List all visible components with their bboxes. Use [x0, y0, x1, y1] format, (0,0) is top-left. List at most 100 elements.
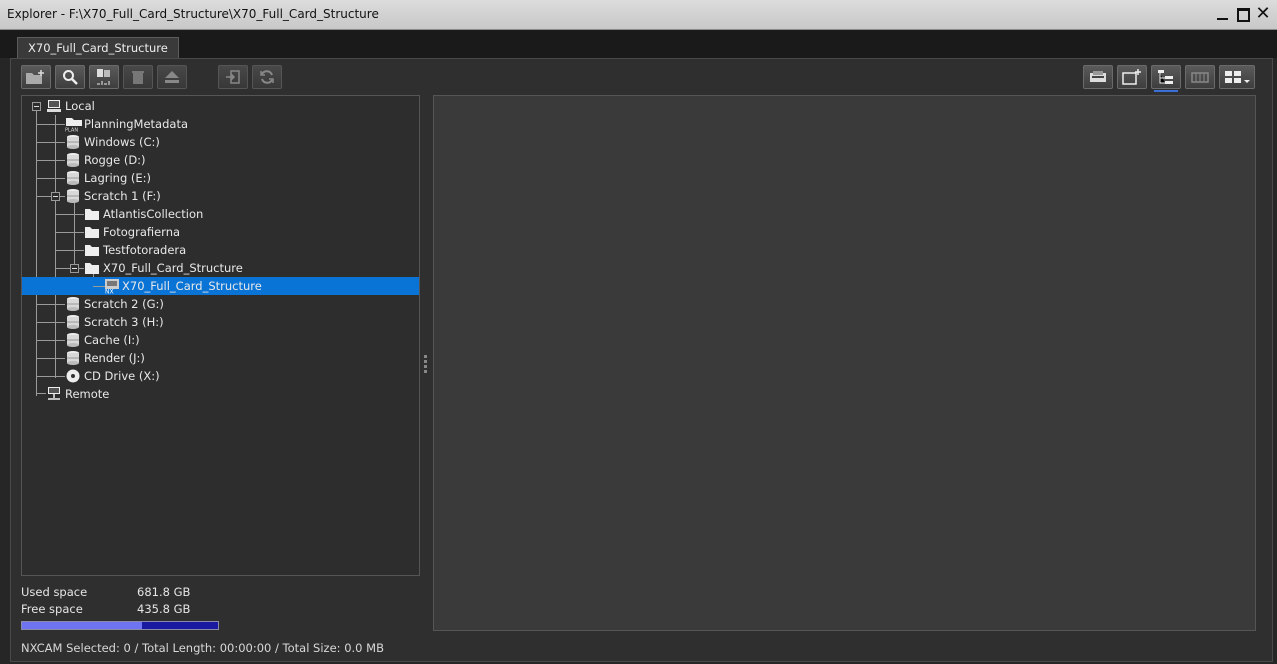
tree-item-label: X70_Full_Card_Structure	[103, 261, 243, 275]
minimize-icon[interactable]	[1215, 6, 1231, 22]
plan-folder-icon: PLAN	[65, 116, 82, 134]
tree-item[interactable]: Testfotoradera	[22, 241, 419, 259]
network-icon	[46, 386, 62, 402]
tree-item-label: Scratch 1 (F:)	[84, 189, 161, 203]
tree-item[interactable]: Scratch 2 (G:)	[22, 295, 419, 313]
new-window-icon	[1122, 69, 1141, 85]
list-view-icon	[1191, 72, 1209, 83]
close-icon[interactable]: ✕	[1255, 5, 1271, 23]
drive-icon	[65, 134, 81, 150]
tree-item-label: Lagring (E:)	[84, 171, 152, 185]
new-window-button[interactable]	[1117, 65, 1147, 89]
used-space-label: Used space	[21, 585, 88, 599]
tree-item-label: Render (J:)	[84, 351, 145, 365]
folder-icon	[84, 260, 100, 276]
tree-item[interactable]: Local	[22, 97, 419, 115]
new-folder-icon	[26, 70, 44, 84]
tree-item[interactable]: Scratch 1 (F:)	[22, 187, 419, 205]
tree-item-label: AtlantisCollection	[103, 207, 204, 221]
tree-view-button[interactable]	[1151, 65, 1181, 92]
tree-item[interactable]: Fotografierna	[22, 223, 419, 241]
disk-usage-fill	[22, 622, 142, 629]
drive-icon	[65, 314, 81, 330]
free-space-label: Free space	[21, 602, 83, 616]
tree-item-label: Local	[65, 99, 95, 113]
drive-icon	[65, 170, 81, 186]
tree-item[interactable]: AtlantisCollection	[22, 205, 419, 223]
cd-drive-icon	[65, 368, 81, 384]
nxcam-card-icon: NX	[103, 278, 119, 296]
svg-text:NX: NX	[105, 289, 114, 295]
tree-item-label: Rogge (D:)	[84, 153, 146, 167]
svg-text:PLAN: PLAN	[65, 128, 78, 133]
free-space-value: 435.8 GB	[137, 602, 191, 616]
folder-icon	[84, 206, 100, 222]
tree-item-label: Windows (C:)	[84, 135, 160, 149]
tab-x70-full-card-structure[interactable]: X70_Full_Card_Structure	[17, 37, 179, 59]
refresh-icon	[260, 70, 274, 84]
folder-tree[interactable]: Local PLAN PlanningMetadata Windows (C:) Rog…	[21, 95, 420, 576]
maximize-icon[interactable]	[1235, 6, 1251, 22]
collapse-toggle[interactable]	[32, 102, 41, 111]
eject-button[interactable]	[157, 65, 187, 89]
tree-item[interactable]: X70_Full_Card_Structure	[22, 259, 419, 277]
tree-item-label: Fotografierna	[103, 225, 181, 239]
tree-item[interactable]: PLAN PlanningMetadata	[22, 115, 419, 134]
card-reader-icon	[1090, 71, 1106, 82]
eject-icon	[165, 71, 179, 83]
used-space-row: Used space 681.8 GB	[21, 585, 190, 599]
tree-item[interactable]: Render (J:)	[22, 349, 419, 367]
select-all-button[interactable]	[89, 65, 119, 89]
search-button[interactable]	[55, 65, 85, 89]
tree-item[interactable]: Remote	[22, 385, 419, 403]
drive-icon	[65, 152, 81, 168]
import-button[interactable]	[218, 65, 248, 89]
import-icon	[226, 70, 240, 84]
tree-item-label: X70_Full_Card_Structure	[122, 279, 262, 293]
folder-icon	[84, 242, 100, 258]
search-icon	[63, 70, 78, 85]
tree-item[interactable]: Scratch 3 (H:)	[22, 313, 419, 331]
refresh-button[interactable]	[252, 65, 282, 89]
drive-icon	[65, 350, 81, 366]
drive-icon	[65, 296, 81, 312]
explorer-panel: Local PLAN PlanningMetadata Windows (C:) Rog…	[10, 58, 1273, 662]
tab-bar: X70_Full_Card_Structure	[0, 30, 1277, 59]
window-title: Explorer - F:\X70_Full_Card_Structure\X7…	[7, 7, 379, 21]
tree-item[interactable]: Rogge (D:)	[22, 151, 419, 169]
select-all-icon	[97, 69, 110, 85]
tree-item-label: Testfotoradera	[103, 243, 187, 257]
trash-icon	[132, 71, 144, 84]
collapse-toggle[interactable]	[51, 192, 60, 201]
computer-icon	[46, 98, 62, 114]
status-bar: NXCAM Selected: 0 / Total Length: 00:00:…	[21, 641, 384, 655]
tree-item[interactable]: Lagring (E:)	[22, 169, 419, 187]
collapse-toggle[interactable]	[70, 264, 79, 273]
tree-item[interactable]: Windows (C:)	[22, 133, 419, 151]
tree-item-label: Cache (I:)	[84, 333, 140, 347]
tree-item-label: Scratch 3 (H:)	[84, 315, 164, 329]
new-folder-button[interactable]	[21, 65, 51, 89]
tree-item[interactable]: Cache (I:)	[22, 331, 419, 349]
panel-splitter[interactable]	[424, 353, 428, 375]
list-view-button[interactable]	[1185, 65, 1215, 89]
used-space-value: 681.8 GB	[137, 585, 191, 599]
disk-usage-bar	[21, 621, 219, 630]
tree-item-label: Scratch 2 (G:)	[84, 297, 164, 311]
drive-icon	[65, 332, 81, 348]
tree-item[interactable]: CD Drive (X:)	[22, 367, 419, 385]
drive-icon	[65, 188, 81, 204]
delete-button[interactable]	[123, 65, 153, 89]
content-area[interactable]	[433, 95, 1256, 631]
thumbnail-view-icon	[1225, 71, 1250, 83]
free-space-row: Free space 435.8 GB	[21, 602, 190, 616]
thumbnail-view-button[interactable]	[1219, 65, 1255, 89]
tree-item-label: Remote	[65, 387, 110, 401]
tree-view-icon	[1158, 70, 1173, 84]
tree-item[interactable]: NX X70_Full_Card_Structure	[22, 277, 419, 296]
card-view-button[interactable]	[1083, 65, 1113, 89]
folder-icon	[84, 224, 100, 240]
title-bar: Explorer - F:\X70_Full_Card_Structure\X7…	[0, 0, 1277, 30]
tree-item-label: PlanningMetadata	[84, 117, 188, 131]
tree-item-label: CD Drive (X:)	[84, 369, 160, 383]
